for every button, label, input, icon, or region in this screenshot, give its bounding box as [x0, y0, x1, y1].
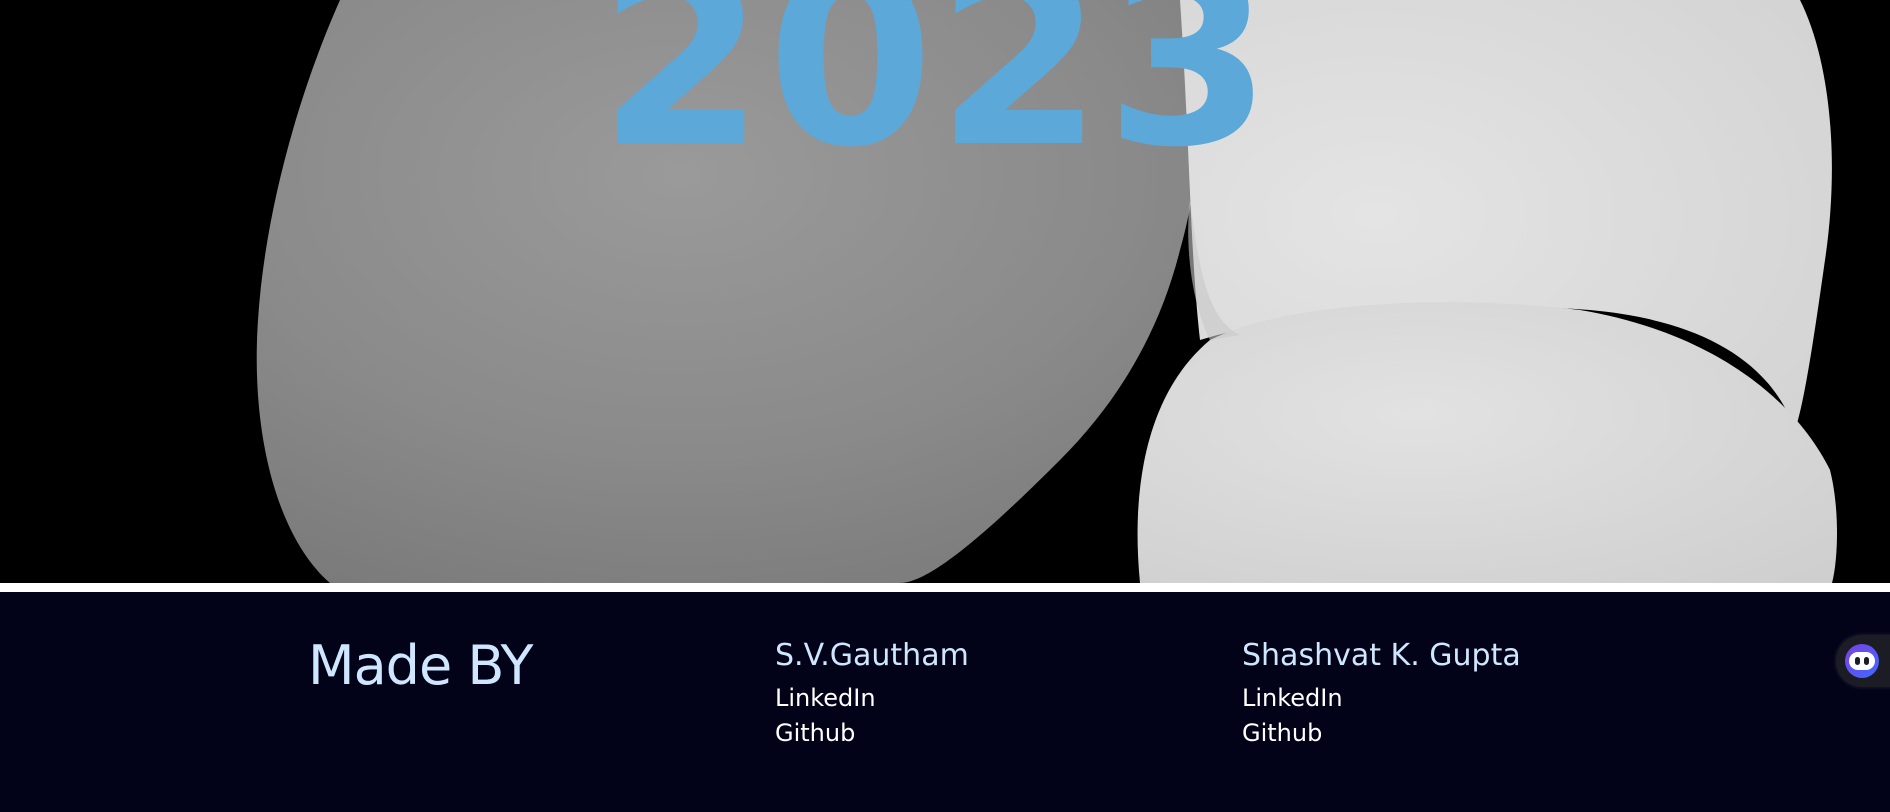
hero-section: 2023	[0, 0, 1890, 583]
chat-widget-button[interactable]	[1836, 635, 1890, 687]
author-name: Shashvat K. Gupta	[1242, 638, 1521, 673]
github-link[interactable]: Github	[775, 720, 969, 746]
author-card-2: Shashvat K. Gupta LinkedIn Github	[1242, 638, 1521, 755]
made-by-heading: Made BY	[308, 634, 533, 697]
chatbot-icon	[1845, 644, 1879, 678]
author-name: S.V.Gautham	[775, 638, 969, 673]
github-link[interactable]: Github	[1242, 720, 1521, 746]
section-divider	[0, 583, 1890, 592]
linkedin-link[interactable]: LinkedIn	[1242, 685, 1521, 711]
hero-year-text: 2023	[598, 0, 1274, 200]
author-card-1: S.V.Gautham LinkedIn Github	[775, 638, 969, 755]
linkedin-link[interactable]: LinkedIn	[775, 685, 969, 711]
footer: Made BY S.V.Gautham LinkedIn Github Shas…	[0, 592, 1890, 812]
